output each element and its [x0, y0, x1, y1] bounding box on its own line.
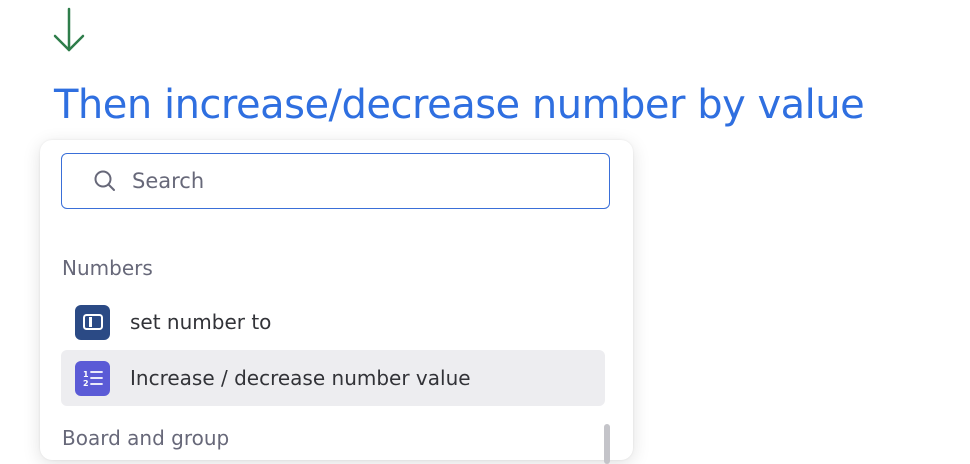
action-dropdown: Numbers set number to 1 2 Increase / dec… — [40, 140, 633, 464]
option-set-number-to[interactable]: set number to — [61, 294, 605, 350]
number-column-icon — [75, 304, 110, 340]
numbered-list-icon: 1 2 — [75, 360, 110, 396]
search-input[interactable] — [130, 168, 594, 194]
option-label: Increase / decrease number value — [130, 366, 471, 390]
section-label-numbers: Numbers — [62, 256, 153, 280]
option-increase-decrease-number-value[interactable]: 1 2 Increase / decrease number value — [61, 350, 605, 406]
down-arrow-icon — [50, 6, 88, 54]
svg-text:1: 1 — [83, 370, 89, 379]
search-box[interactable] — [61, 153, 610, 209]
section-label-board-and-group: Board and group — [62, 426, 230, 450]
recipe-step-heading[interactable]: Then increase/decrease number by value — [54, 82, 865, 128]
search-icon — [92, 168, 118, 194]
dropdown-scrollbar[interactable] — [604, 424, 610, 464]
svg-text:2: 2 — [83, 379, 89, 388]
option-label: set number to — [130, 310, 272, 334]
